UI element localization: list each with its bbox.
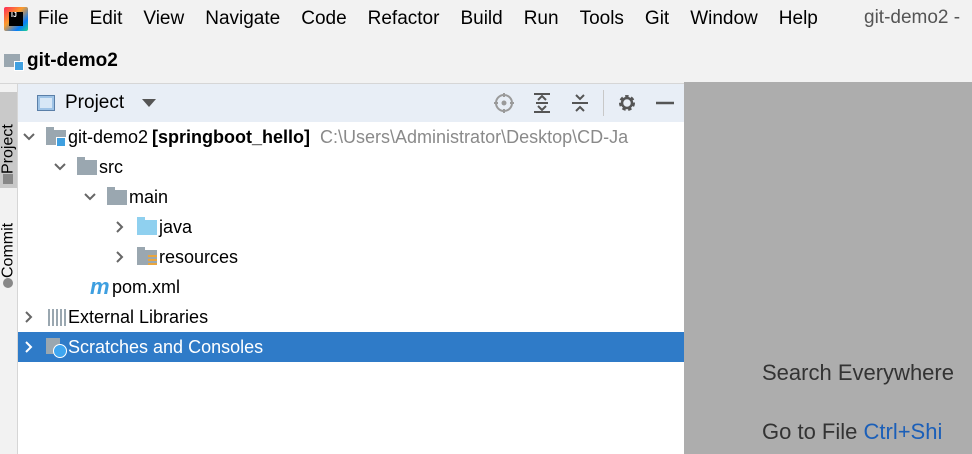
module-folder-icon xyxy=(46,127,66,147)
menu-edit[interactable]: Edit xyxy=(90,8,123,30)
chevron-right-icon[interactable] xyxy=(113,242,127,272)
tree-item-scratches[interactable]: Scratches and Consoles xyxy=(18,332,684,362)
menu-code[interactable]: Code xyxy=(301,8,346,30)
chevron-down-icon[interactable] xyxy=(53,152,67,182)
tree-item-label: Scratches and Consoles xyxy=(68,336,264,357)
tool-tab-project[interactable]: Project xyxy=(0,92,17,188)
folder-icon xyxy=(107,187,127,206)
menu-navigate[interactable]: Navigate xyxy=(205,8,280,30)
menu-run[interactable]: Run xyxy=(524,8,559,30)
chevron-right-icon[interactable] xyxy=(22,302,36,332)
tree-item-label: src xyxy=(99,156,123,177)
tree-root-path: C:\Users\Administrator\Desktop\CD-Ja xyxy=(320,126,629,147)
editor-empty-area: Search Everywhere Go to File Ctrl+Shi xyxy=(684,82,972,454)
menu-git[interactable]: Git xyxy=(645,8,669,30)
hint-search-everywhere: Search Everywhere xyxy=(762,360,954,385)
chevron-down-icon[interactable] xyxy=(22,122,36,152)
window-title: git-demo2 - xyxy=(864,7,961,28)
tree-item-label: main xyxy=(129,186,169,207)
navigation-bar: git-demo2 xyxy=(0,38,972,84)
tree-item-root[interactable]: git-demo2 [springboot_hello] C:\Users\Ad… xyxy=(18,122,684,152)
tree-item-label: pom.xml xyxy=(112,276,181,297)
menu-file[interactable]: File xyxy=(38,8,69,30)
hint-goto-file-shortcut: Ctrl+Shi xyxy=(863,419,943,444)
breadcrumb-project[interactable]: git-demo2 xyxy=(27,50,118,72)
chevron-right-icon[interactable] xyxy=(22,332,36,362)
panel-title[interactable]: Project xyxy=(65,92,124,114)
menu-bar: IJ File Edit View Navigate Code Refactor… xyxy=(0,0,972,38)
gear-icon[interactable] xyxy=(612,88,642,118)
project-view-icon xyxy=(37,95,55,111)
menu-tools[interactable]: Tools xyxy=(580,8,624,30)
view-dropdown-icon[interactable] xyxy=(142,99,157,107)
hide-panel-icon[interactable] xyxy=(650,88,680,118)
left-tool-strip: Project Commit xyxy=(0,84,18,454)
intellij-logo-icon: IJ xyxy=(4,7,28,31)
menu-help[interactable]: Help xyxy=(779,8,818,30)
hint-goto-file-label: Go to File xyxy=(762,419,858,444)
menu-window[interactable]: Window xyxy=(690,8,758,30)
toolbar-separator xyxy=(603,90,604,116)
module-folder-icon xyxy=(4,52,26,71)
panel-toolbar xyxy=(481,84,684,122)
tree-item-pom[interactable]: m pom.xml xyxy=(18,272,684,302)
expand-all-icon[interactable] xyxy=(527,88,557,118)
tree-item-resources[interactable]: resources xyxy=(18,242,684,272)
menu-build[interactable]: Build xyxy=(460,8,502,30)
chevron-right-icon[interactable] xyxy=(113,212,127,242)
source-folder-icon xyxy=(137,217,157,236)
libraries-icon xyxy=(46,308,66,326)
tree-item-java[interactable]: java xyxy=(18,212,684,242)
collapse-all-icon[interactable] xyxy=(565,88,595,118)
folder-icon xyxy=(77,157,97,176)
tool-tab-commit-label: Commit xyxy=(0,222,17,278)
tree-item-label: resources xyxy=(159,246,239,267)
tree-item-external-libraries[interactable]: External Libraries xyxy=(18,302,684,332)
tree-item-src[interactable]: src xyxy=(18,152,684,182)
menu-view[interactable]: View xyxy=(143,8,184,30)
project-panel: Project git-demo2 [springboot_hello] C:\… xyxy=(18,84,684,454)
maven-icon: m xyxy=(90,274,110,299)
scratches-icon xyxy=(46,338,67,358)
resources-folder-icon xyxy=(137,247,157,266)
tree-item-label: External Libraries xyxy=(68,306,209,327)
locate-file-icon[interactable] xyxy=(489,88,519,118)
project-panel-header: Project xyxy=(18,84,684,122)
project-tab-icon xyxy=(3,174,14,184)
chevron-down-icon[interactable] xyxy=(83,182,97,212)
tree-item-main[interactable]: main xyxy=(18,182,684,212)
tree-root-module: [springboot_hello] xyxy=(152,126,311,147)
tool-tab-commit[interactable]: Commit xyxy=(0,202,17,292)
commit-tab-icon xyxy=(3,278,14,288)
tree-root-name: git-demo2 xyxy=(68,126,149,147)
tree-item-label: java xyxy=(159,216,193,237)
tool-tab-project-label: Project xyxy=(0,124,17,174)
hint-goto-file: Go to File Ctrl+Shi xyxy=(762,419,942,445)
menu-refactor[interactable]: Refactor xyxy=(368,8,440,30)
